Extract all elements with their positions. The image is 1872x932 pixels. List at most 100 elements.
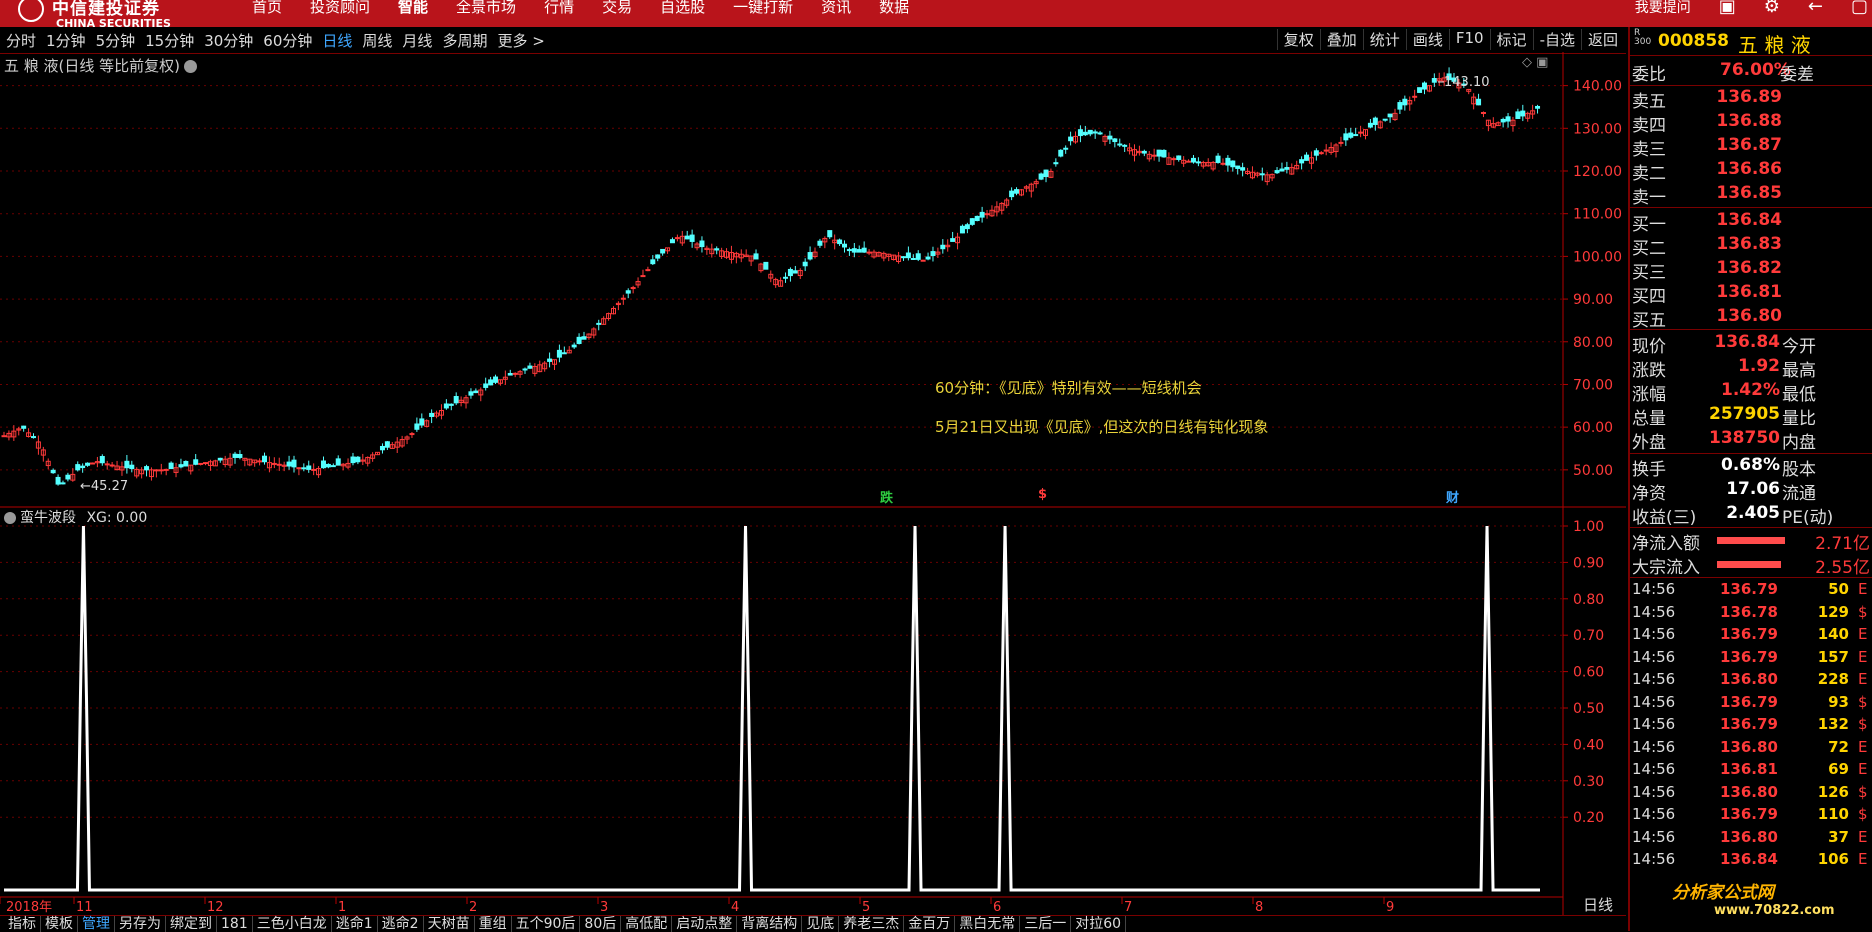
back-button[interactable]: 返回	[1580, 29, 1624, 50]
ask-question-link[interactable]: 我要提问	[1635, 0, 1691, 17]
period-tab-intraday[interactable]: 分时	[6, 30, 36, 51]
candle-body	[1230, 160, 1236, 168]
gear-icon[interactable]: ⚙	[1764, 0, 1780, 17]
tick-row: 14:56 136.80 72 E	[1632, 738, 1872, 760]
indicator-tab-4[interactable]: 绑定到	[166, 916, 217, 932]
period-tab-weekly[interactable]: 周线	[362, 30, 392, 51]
indicator-tab-7[interactable]: 逃命1	[332, 916, 378, 932]
menu-data[interactable]: 数据	[879, 0, 909, 17]
overlay-button[interactable]: 叠加	[1319, 29, 1363, 50]
bid-row-1[interactable]: 买一 136.84	[1632, 210, 1782, 235]
period-tab-multi[interactable]: 多周期	[442, 30, 487, 51]
ask-row-2[interactable]: 卖二 136.86	[1632, 159, 1782, 184]
stock-code[interactable]: 000858	[1658, 31, 1729, 51]
menu-news[interactable]: 资讯	[821, 0, 851, 17]
bid-row-5[interactable]: 买五 136.80	[1632, 306, 1782, 331]
menu-watchlist[interactable]: 自选股	[660, 0, 705, 17]
adjust-button[interactable]: 复权	[1276, 29, 1320, 50]
event-marker-finance[interactable]: 财	[1446, 487, 1459, 506]
tick-side: E	[1858, 827, 1868, 846]
menu-trade[interactable]: 交易	[602, 0, 632, 17]
indicator-tab-9[interactable]: 天树苗	[424, 916, 475, 932]
indicator-tab-6[interactable]: 三色小白龙	[253, 916, 332, 932]
indicator-name: 蛮牛波段	[20, 510, 76, 526]
period-tab-more[interactable]: 更多 >	[497, 30, 544, 51]
candle-body	[827, 230, 833, 238]
tick-row: 14:56 136.80 126 $	[1632, 783, 1872, 805]
chart-canvas[interactable]: 140.00 130.00 120.00 110.00 100.00 90.00 80.00…	[0, 52, 1626, 915]
menu-advisor[interactable]: 投资顾问	[310, 0, 370, 17]
indicator-tab-1[interactable]: 模板	[41, 916, 78, 932]
menu-smart[interactable]: 智能	[398, 0, 428, 17]
ask-row-3[interactable]: 卖三 136.87	[1632, 135, 1782, 160]
menu-home[interactable]: 首页	[252, 0, 282, 17]
indicator-tab-11[interactable]: 五个90后	[512, 916, 581, 932]
indicator-tab-10[interactable]: 重组	[475, 916, 512, 932]
event-marker-dollar[interactable]: $	[1038, 487, 1047, 502]
stats-button[interactable]: 统计	[1362, 29, 1406, 50]
indicator-tab-16[interactable]: 见底	[802, 916, 840, 932]
indicator-tab-12[interactable]: 80后	[580, 916, 622, 932]
indicator-options-icon[interactable]	[4, 512, 16, 524]
event-marker-fall[interactable]: 跌	[880, 487, 893, 506]
back-arrow-icon[interactable]: ←	[1808, 0, 1823, 17]
ask-row-5[interactable]: 卖五 136.89	[1632, 87, 1782, 112]
indicator-tab-17[interactable]: 养老三杰	[839, 916, 905, 932]
period-tab-monthly[interactable]: 月线	[402, 30, 432, 51]
indicator-tab-18[interactable]: 金百万	[904, 916, 956, 932]
tick-price: 136.79	[1720, 715, 1778, 733]
candle-body	[940, 244, 946, 250]
indicator-tab-19[interactable]: 黑白无常	[955, 916, 1021, 932]
tick-price: 136.80	[1720, 737, 1778, 756]
indicator-tab-0[interactable]: 指标	[4, 916, 41, 932]
tick-side: $	[1858, 692, 1868, 711]
period-tab-1min[interactable]: 1分钟	[46, 30, 86, 51]
ask-row-1[interactable]: 卖一 136.85	[1632, 183, 1782, 208]
brand-logo[interactable]: 中信建投证券 CHINA SECURITIES	[18, 0, 171, 30]
tick-volume: 140	[1817, 625, 1849, 643]
mark-button[interactable]: 标记	[1489, 29, 1533, 50]
bid-row-4[interactable]: 买四 136.81	[1632, 282, 1782, 307]
indicator-tab-14[interactable]: 启动点整	[672, 916, 738, 932]
candle-body	[429, 412, 435, 417]
candle-body	[409, 433, 415, 436]
indicator-tab-8[interactable]: 逃命2	[378, 916, 424, 932]
indicator-tab-21[interactable]: 对拉60	[1071, 916, 1127, 932]
menu-ipo[interactable]: 一键打新	[733, 0, 793, 17]
indicator-xg-value: XG: 0.00	[86, 510, 148, 526]
bid-row-2[interactable]: 买二 136.83	[1632, 234, 1782, 259]
box-icon[interactable]: ▣	[1719, 0, 1736, 17]
period-tab-15min[interactable]: 15分钟	[145, 30, 194, 51]
bid-row-3[interactable]: 买三 136.82	[1632, 258, 1782, 283]
indicator-tab-5[interactable]: 181	[217, 916, 253, 932]
candle-body	[168, 462, 174, 470]
period-tab-daily[interactable]: 日线	[322, 30, 352, 51]
ask-row-4[interactable]: 卖四 136.88	[1632, 111, 1782, 136]
candle-body	[900, 256, 906, 259]
candle-body	[620, 297, 626, 300]
candle-body	[1220, 162, 1226, 165]
menu-quotes[interactable]: 行情	[544, 0, 574, 17]
ask-label: 卖一	[1632, 188, 1666, 208]
indicator-tab-13[interactable]: 高低配	[621, 916, 673, 932]
candle-body	[1151, 154, 1157, 157]
indicator-tab-2[interactable]: 管理	[78, 916, 115, 932]
draw-button[interactable]: 画线	[1405, 29, 1449, 50]
menu-market[interactable]: 全景市场	[456, 0, 516, 17]
remove-watchlist-button[interactable]: -自选	[1532, 29, 1581, 50]
candle-body	[1176, 155, 1182, 160]
minimize-icon[interactable]: ▢	[1851, 0, 1868, 17]
period-tab-60min[interactable]: 60分钟	[263, 30, 312, 51]
period-tab-5min[interactable]: 5分钟	[96, 30, 136, 51]
candle-body	[1195, 161, 1201, 164]
candle-body	[1397, 102, 1403, 110]
indicator-tab-3[interactable]: 另存为	[115, 916, 166, 932]
indicator-tab-15[interactable]: 背离结构	[737, 916, 803, 932]
period-tab-30min[interactable]: 30分钟	[204, 30, 253, 51]
candle-body	[1225, 157, 1231, 166]
candle-body	[1092, 131, 1098, 134]
chart-window-controls[interactable]: ◇ ▣	[1522, 55, 1548, 70]
chart-options-icon[interactable]	[184, 60, 198, 73]
indicator-tab-20[interactable]: 三后一	[1020, 916, 1072, 932]
f10-button[interactable]: F10	[1448, 29, 1490, 50]
